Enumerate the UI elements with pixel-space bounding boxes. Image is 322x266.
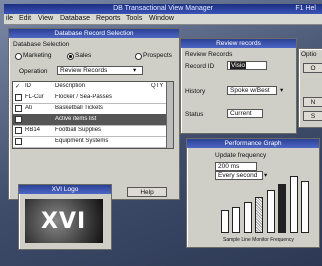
radio-sales-label: Sales — [75, 52, 92, 59]
menu-file[interactable]: ile — [6, 15, 13, 22]
row-description: Equipment Systems — [55, 138, 109, 144]
menu-window[interactable]: Window — [149, 15, 174, 22]
performance-bar-chart — [221, 173, 309, 233]
logo-text: XVI — [41, 209, 87, 234]
row-description: Football Supplies — [55, 127, 102, 133]
review-records-label: Review Records — [185, 51, 233, 58]
radio-marketing[interactable] — [15, 53, 22, 60]
status-label: Status — [185, 111, 204, 118]
app-title-bar: DB Transactional View Manager F1 Hel — [4, 4, 322, 14]
logo-image: XVI — [25, 199, 103, 243]
operation-label: Operation — [19, 68, 48, 75]
col-header-qty[interactable]: QTY — [151, 83, 163, 89]
radio-prospects[interactable] — [135, 53, 142, 60]
row-checkbox[interactable] — [15, 105, 22, 112]
operation-value: Review Records — [60, 67, 108, 74]
col-header-description[interactable]: Description — [55, 83, 85, 89]
menu-bar: ile Edit View Database Reports Tools Win… — [4, 14, 322, 25]
options-button-s[interactable]: S — [303, 111, 322, 121]
logo-panel: XVI Logo XVI — [18, 184, 112, 250]
performance-bar — [266, 189, 275, 233]
performance-bar — [255, 197, 264, 233]
record-id-field[interactable]: Visio — [227, 61, 267, 70]
records-table: ✓ ID Description QTY FL-Cur Flocker / Se… — [12, 81, 174, 149]
record-id-value: Visio — [230, 62, 246, 69]
radio-sales[interactable] — [67, 53, 74, 60]
menu-tools[interactable]: Tools — [126, 15, 142, 22]
options-button-o[interactable]: O — [303, 63, 322, 73]
frequency-input[interactable]: 200 ms — [215, 162, 257, 171]
status-field[interactable]: Current — [227, 109, 263, 118]
help-hint: F1 Hel — [295, 5, 316, 12]
status-value: Current — [230, 110, 252, 117]
performance-bar — [278, 183, 287, 233]
operation-dropdown[interactable]: Review Records — [57, 66, 143, 75]
menu-database[interactable]: Database — [60, 15, 90, 22]
performance-graph-panel: Performance Graph Update frequency 200 m… — [186, 138, 320, 248]
col-header-id[interactable]: ID — [25, 83, 31, 89]
performance-bar — [221, 210, 229, 233]
chevron-down-icon[interactable]: ▾ — [133, 66, 136, 74]
performance-bar — [301, 181, 309, 233]
app-title: DB Transactional View Manager — [113, 5, 213, 12]
menu-reports[interactable]: Reports — [96, 15, 121, 22]
radio-marketing-label: Marketing — [23, 52, 52, 59]
options-button-n[interactable]: N — [303, 97, 322, 107]
record-selection-panel: Database Record Selection Database Selec… — [8, 28, 180, 200]
options-label: Optio — [301, 51, 317, 58]
performance-bar — [243, 201, 252, 233]
row-checkbox[interactable] — [15, 94, 22, 101]
menu-view[interactable]: View — [38, 15, 53, 22]
row-description: Basketball Tickets — [55, 105, 104, 111]
radio-prospects-label: Prospects — [143, 52, 172, 59]
record-selection-title: Database Record Selection — [9, 29, 179, 38]
history-value: Spoke w/Best — [230, 87, 270, 94]
update-frequency-label: Update frequency — [215, 152, 267, 159]
graph-caption: Sample Line Monitor Frequency — [223, 237, 294, 243]
history-label: History — [185, 88, 206, 95]
row-description: Active items list — [55, 116, 97, 122]
row-id: Ati — [25, 105, 33, 111]
row-id: RB14 — [25, 127, 41, 133]
review-records-title: Review records — [181, 39, 296, 48]
help-button[interactable]: Help — [127, 187, 167, 197]
table-row[interactable]: Equipment Systems — [13, 136, 173, 148]
record-id-label: Record ID — [185, 63, 215, 70]
frequency-value: 200 ms — [218, 163, 240, 170]
performance-bar — [232, 207, 241, 233]
table-scrollbar[interactable] — [166, 82, 173, 148]
database-selection-label: Database Selection — [13, 41, 70, 48]
options-panel: Optio O N S — [298, 48, 322, 128]
performance-bar — [289, 176, 298, 233]
row-checkbox[interactable] — [15, 138, 22, 145]
row-description: Flocker / Sea-Passes — [55, 94, 113, 100]
chevron-down-icon[interactable]: ▾ — [280, 86, 283, 94]
review-records-panel: Review records Review Records Record ID … — [180, 38, 297, 134]
row-id: FL-Cur — [25, 94, 44, 100]
row-checkbox[interactable] — [15, 127, 22, 134]
col-header-check: ✓ — [15, 84, 21, 90]
performance-graph-title: Performance Graph — [187, 139, 319, 148]
logo-panel-title: XVI Logo — [19, 185, 111, 194]
history-dropdown[interactable]: Spoke w/Best — [227, 86, 277, 95]
row-checkbox[interactable] — [15, 116, 22, 123]
menu-edit[interactable]: Edit — [19, 15, 31, 22]
